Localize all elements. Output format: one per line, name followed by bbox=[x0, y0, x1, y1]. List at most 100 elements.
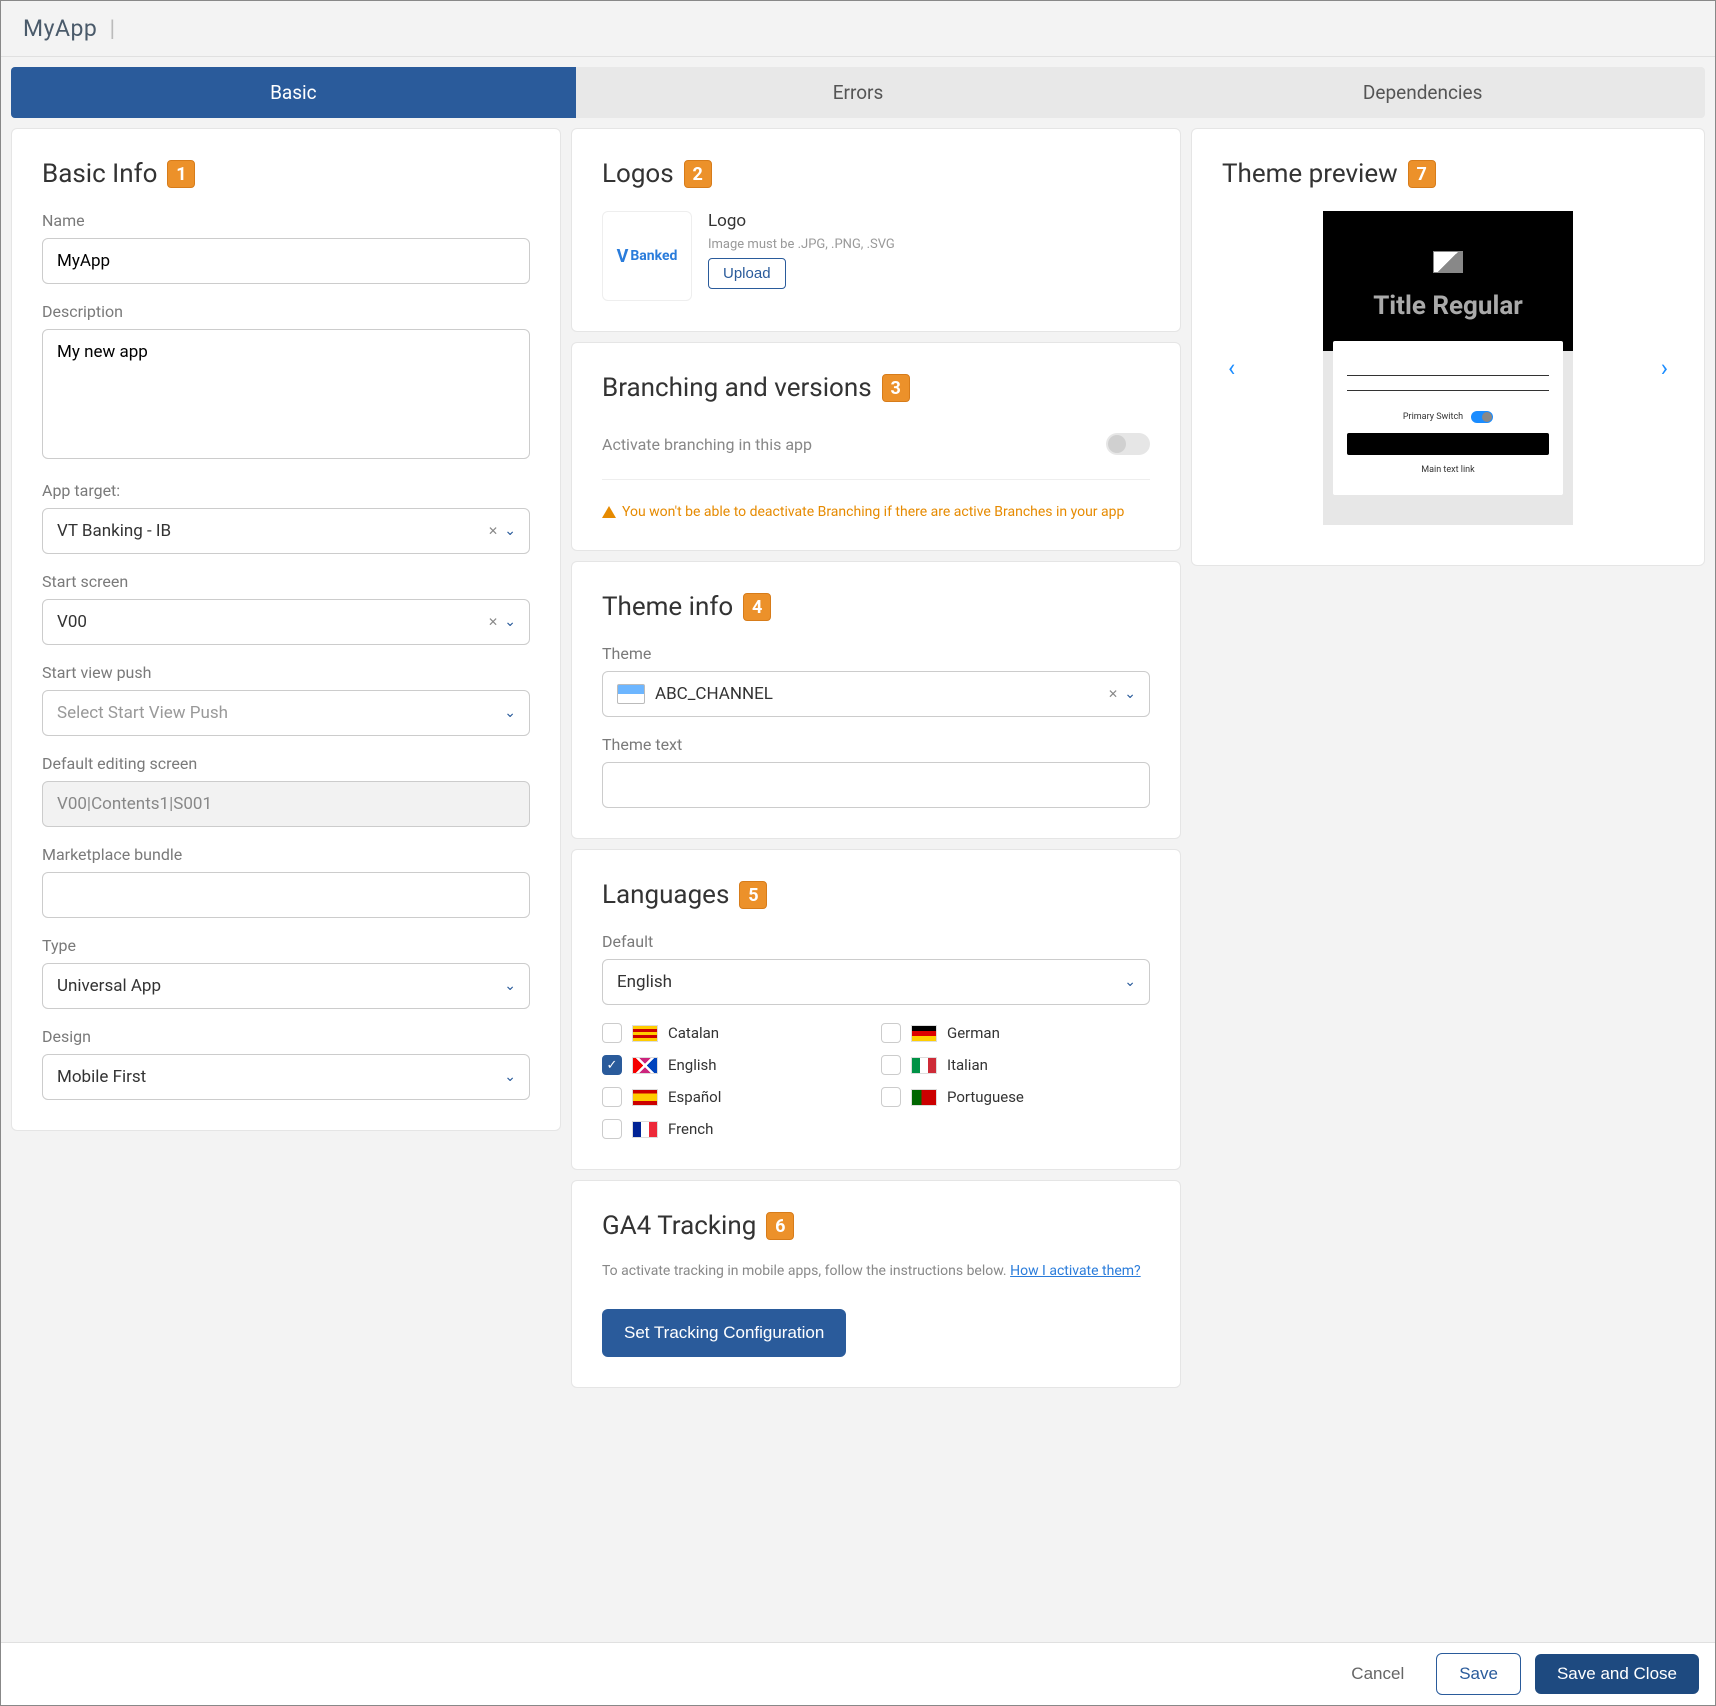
app-title: MyApp bbox=[23, 15, 97, 42]
badge-1: 1 bbox=[167, 160, 195, 188]
design-label: Design bbox=[42, 1027, 530, 1046]
theme-select[interactable]: ABC_CHANNEL bbox=[602, 671, 1150, 717]
languages-title: Languages bbox=[602, 880, 729, 910]
app-target-clear-icon[interactable]: ✕ bbox=[488, 524, 498, 538]
portuguese-label: Portuguese bbox=[947, 1088, 1024, 1106]
french-checkbox[interactable] bbox=[602, 1119, 622, 1139]
catalan-checkbox[interactable] bbox=[602, 1023, 622, 1043]
card-branching: Branching and versions 3 Activate branch… bbox=[571, 342, 1181, 551]
preview-button bbox=[1347, 433, 1549, 455]
marketplace-input[interactable] bbox=[42, 872, 530, 918]
espanol-label: Español bbox=[668, 1088, 721, 1106]
description-textarea[interactable] bbox=[42, 329, 530, 459]
branching-warning-text: You won't be able to deactivate Branchin… bbox=[622, 504, 1124, 520]
preview-device-frame: Title Regular Primary Switch Main text l… bbox=[1323, 211, 1573, 525]
portuguese-flag-icon bbox=[911, 1089, 937, 1106]
lang-french[interactable]: French bbox=[602, 1119, 871, 1139]
logos-title: Logos bbox=[602, 159, 674, 189]
description-label: Description bbox=[42, 302, 530, 321]
design-select[interactable]: Mobile First bbox=[42, 1054, 530, 1100]
theme-clear-icon[interactable]: ✕ bbox=[1108, 687, 1118, 701]
default-lang-chevron-icon[interactable]: ⌄ bbox=[1124, 974, 1136, 990]
lang-english[interactable]: ✓ English bbox=[602, 1055, 871, 1075]
preview-image-placeholder-icon bbox=[1433, 251, 1463, 273]
cancel-button[interactable]: Cancel bbox=[1333, 1654, 1422, 1694]
app-target-select[interactable]: VT Banking - IB bbox=[42, 508, 530, 554]
branching-toggle[interactable] bbox=[1106, 433, 1150, 455]
french-flag-icon bbox=[632, 1121, 658, 1138]
app-target-chevron-icon[interactable]: ⌄ bbox=[504, 523, 516, 539]
logo-name: Logo bbox=[708, 211, 895, 231]
tab-dependencies-label: Dependencies bbox=[1363, 81, 1483, 104]
preview-link-text: Main text link bbox=[1347, 465, 1549, 475]
branching-warning: You won't be able to deactivate Branchin… bbox=[602, 479, 1150, 520]
preview-prev-icon[interactable]: ‹ bbox=[1222, 348, 1241, 388]
preview-switch-icon bbox=[1471, 411, 1493, 423]
set-tracking-button[interactable]: Set Tracking Configuration bbox=[602, 1309, 846, 1357]
italian-flag-icon bbox=[911, 1057, 937, 1074]
italian-label: Italian bbox=[947, 1056, 988, 1074]
preview-next-icon[interactable]: › bbox=[1655, 348, 1674, 388]
english-checkbox[interactable]: ✓ bbox=[602, 1055, 622, 1075]
ga4-description: To activate tracking in mobile apps, fol… bbox=[602, 1263, 1150, 1279]
branching-activate-label: Activate branching in this app bbox=[602, 435, 812, 454]
badge-7: 7 bbox=[1408, 160, 1436, 188]
start-view-push-select[interactable]: Select Start View Push bbox=[42, 690, 530, 736]
german-checkbox[interactable] bbox=[881, 1023, 901, 1043]
lang-portuguese[interactable]: Portuguese bbox=[881, 1087, 1150, 1107]
header-separator: | bbox=[110, 15, 116, 42]
warning-icon bbox=[602, 506, 616, 518]
espanol-checkbox[interactable] bbox=[602, 1087, 622, 1107]
save-button[interactable]: Save bbox=[1436, 1653, 1521, 1695]
start-view-push-chevron-icon[interactable]: ⌄ bbox=[504, 705, 516, 721]
app-target-label: App target: bbox=[42, 481, 530, 500]
logo-requirements: Image must be .JPG, .PNG, .SVG bbox=[708, 237, 895, 252]
marketplace-label: Marketplace bundle bbox=[42, 845, 530, 864]
start-screen-clear-icon[interactable]: ✕ bbox=[488, 615, 498, 629]
italian-checkbox[interactable] bbox=[881, 1055, 901, 1075]
design-chevron-icon[interactable]: ⌄ bbox=[504, 1069, 516, 1085]
tab-errors[interactable]: Errors bbox=[576, 67, 1141, 118]
espanol-flag-icon bbox=[632, 1089, 658, 1106]
card-basic-info: Basic Info 1 Name Description App target… bbox=[11, 128, 561, 1131]
logo-thumb-text: Banked bbox=[630, 248, 677, 264]
german-label: German bbox=[947, 1024, 1000, 1042]
default-editing-label: Default editing screen bbox=[42, 754, 530, 773]
tab-basic[interactable]: Basic bbox=[11, 67, 576, 118]
start-screen-select[interactable]: V00 bbox=[42, 599, 530, 645]
card-theme-info: Theme info 4 Theme ABC_CHANNEL ✕ ⌄ Theme… bbox=[571, 561, 1181, 839]
save-and-close-button[interactable]: Save and Close bbox=[1535, 1654, 1699, 1694]
theme-label: Theme bbox=[602, 644, 1150, 663]
tab-bar: Basic Errors Dependencies bbox=[11, 67, 1705, 118]
app-header: MyApp | bbox=[1, 1, 1715, 57]
ga4-help-link[interactable]: How I activate them? bbox=[1010, 1263, 1141, 1279]
theme-text-input[interactable] bbox=[602, 762, 1150, 808]
preview-body: Primary Switch Main text link bbox=[1333, 341, 1563, 495]
lang-catalan[interactable]: Catalan bbox=[602, 1023, 871, 1043]
upload-button[interactable]: Upload bbox=[708, 258, 786, 289]
ga4-title: GA4 Tracking bbox=[602, 1211, 756, 1241]
portuguese-checkbox[interactable] bbox=[881, 1087, 901, 1107]
preview-switch-label: Primary Switch bbox=[1403, 412, 1463, 422]
name-label: Name bbox=[42, 211, 530, 230]
lang-german[interactable]: German bbox=[881, 1023, 1150, 1043]
badge-6: 6 bbox=[766, 1212, 794, 1240]
default-lang-select[interactable]: English bbox=[602, 959, 1150, 1005]
type-select[interactable]: Universal App bbox=[42, 963, 530, 1009]
theme-icon bbox=[617, 684, 645, 704]
catalan-flag-icon bbox=[632, 1025, 658, 1042]
start-view-push-label: Start view push bbox=[42, 663, 530, 682]
theme-chevron-icon[interactable]: ⌄ bbox=[1124, 686, 1136, 702]
default-editing-input: V00|Contents1|S001 bbox=[42, 781, 530, 827]
type-chevron-icon[interactable]: ⌄ bbox=[504, 978, 516, 994]
badge-3: 3 bbox=[882, 374, 910, 402]
tab-dependencies[interactable]: Dependencies bbox=[1140, 67, 1705, 118]
lang-espanol[interactable]: Español bbox=[602, 1087, 871, 1107]
card-logos: Logos 2 V Banked Logo Image must be .JPG… bbox=[571, 128, 1181, 332]
tab-errors-label: Errors bbox=[833, 81, 884, 104]
basic-info-title: Basic Info bbox=[42, 159, 157, 189]
lang-italian[interactable]: Italian bbox=[881, 1055, 1150, 1075]
start-screen-chevron-icon[interactable]: ⌄ bbox=[504, 614, 516, 630]
theme-value: ABC_CHANNEL bbox=[655, 684, 773, 704]
name-input[interactable] bbox=[42, 238, 530, 284]
